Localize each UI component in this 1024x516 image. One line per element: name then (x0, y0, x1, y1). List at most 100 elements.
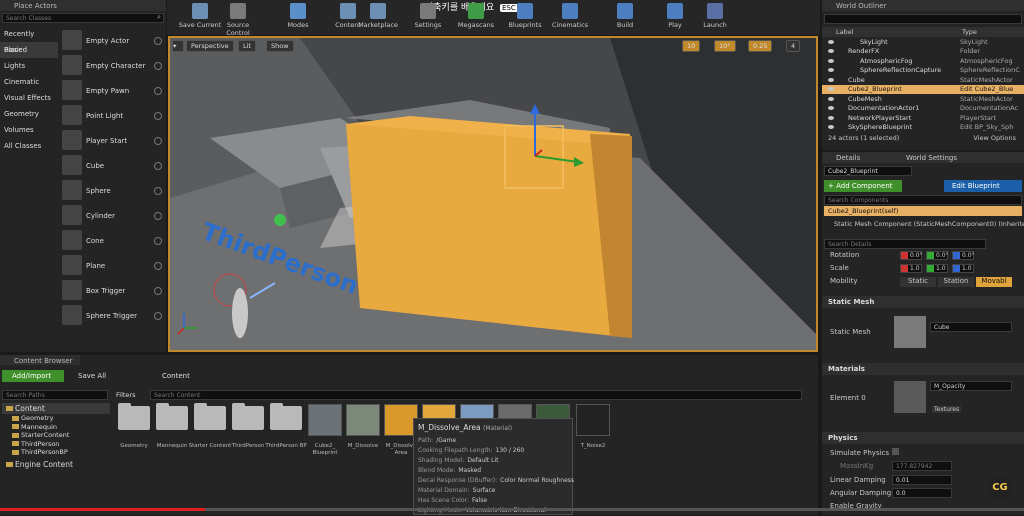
self-component-row[interactable]: Cube2_Blueprint(self) (824, 206, 1022, 216)
type-column-header[interactable]: Type (962, 28, 977, 36)
help-icon[interactable] (154, 36, 162, 45)
actor-item-empty-character[interactable]: Empty Character (0, 53, 166, 78)
toolbar-modes-button[interactable]: Modes (275, 0, 321, 34)
save-all-button[interactable]: Save All (78, 372, 106, 380)
content-path-breadcrumb[interactable]: Content (162, 372, 190, 380)
outliner-row[interactable]: AtmosphericFog AtmosphericFog (822, 56, 1024, 66)
outliner-row[interactable]: DocumentationActor1 DocumentationAc (822, 104, 1024, 114)
visibility-eye-icon[interactable] (828, 115, 834, 120)
rotation-z[interactable]: 0.0° (952, 251, 975, 260)
visibility-eye-icon[interactable] (828, 49, 834, 54)
mass-field[interactable]: 177.827942 (892, 461, 952, 471)
outliner-row[interactable]: CubeMesh StaticMeshActor (822, 94, 1024, 104)
mobility-stationary[interactable]: Station (938, 277, 974, 287)
content-folder-icon[interactable] (270, 403, 302, 430)
content-folder-icon[interactable] (156, 403, 188, 430)
textures-button[interactable]: Textures (932, 406, 962, 413)
static-mesh-component-row[interactable]: Static Mesh Component (StaticMeshCompone… (834, 220, 1024, 228)
help-icon[interactable] (154, 111, 162, 120)
visibility-eye-icon[interactable] (828, 96, 834, 101)
outliner-row[interactable]: SkySphereBlueprint Edit BP_Sky_Sph (822, 123, 1024, 133)
help-icon[interactable] (154, 86, 162, 95)
actor-item-box-trigger[interactable]: Box Trigger (0, 278, 166, 303)
help-icon[interactable] (154, 211, 162, 220)
edit-blueprint-button[interactable]: Edit Blueprint (944, 180, 1022, 192)
toolbar-build-button[interactable]: Build (602, 0, 648, 34)
search-content-input[interactable]: Search Content (150, 390, 802, 400)
outliner-row[interactable]: RenderFX Folder (822, 47, 1024, 57)
tab-details[interactable]: Details (836, 154, 860, 162)
actor-item-player-start[interactable]: Player Start (0, 128, 166, 153)
level-viewport[interactable]: ThirdPerson ▾ Perspective Lit Show 10 10… (168, 36, 818, 352)
search-components-input[interactable]: Search Components (824, 195, 1022, 205)
actor-item-cube[interactable]: Cube (0, 153, 166, 178)
scale-x[interactable]: 1.0 (900, 264, 922, 273)
mobility-movable[interactable]: Movabl (976, 277, 1012, 287)
rotation-y[interactable]: 0.0° (926, 251, 949, 260)
scale-y[interactable]: 1.0 (926, 264, 948, 273)
viewport-options-button[interactable]: ▾ (172, 40, 184, 52)
content-folder-icon[interactable] (194, 403, 226, 430)
actor-item-plane[interactable]: Plane (0, 253, 166, 278)
toolbar-settings-button[interactable]: Settings (405, 0, 451, 34)
rotation-snap-value[interactable]: 10° (714, 40, 736, 52)
view-options-button[interactable]: View Options (973, 134, 1016, 142)
scale-z[interactable]: 1.0 (952, 264, 974, 273)
lit-button[interactable]: Lit (238, 40, 256, 52)
toolbar-source-control-button[interactable]: Source Control (215, 0, 261, 37)
camera-speed-value[interactable]: 4 (786, 40, 801, 52)
simulate-physics-checkbox[interactable] (892, 448, 899, 455)
actor-item-sphere-trigger[interactable]: Sphere Trigger (0, 303, 166, 328)
actor-item-cylinder[interactable]: Cylinder (0, 203, 166, 228)
toolbar-launch-button[interactable]: Launch (692, 0, 738, 34)
scale-snap-value[interactable]: 0.25 (748, 40, 773, 52)
material-dropdown[interactable]: M_Opacity (930, 381, 1012, 391)
angular-damping-field[interactable]: 0.0 (892, 488, 952, 498)
help-icon[interactable] (154, 161, 162, 170)
visibility-eye-icon[interactable] (828, 39, 834, 44)
actor-item-sphere[interactable]: Sphere (0, 178, 166, 203)
content-asset-thumbnail[interactable] (576, 404, 610, 436)
help-icon[interactable] (154, 236, 162, 245)
actor-item-empty-pawn[interactable]: Empty Pawn (0, 78, 166, 103)
tree-folder-content[interactable]: Content (2, 403, 110, 414)
visibility-eye-icon[interactable] (828, 87, 834, 92)
help-icon[interactable] (154, 311, 162, 320)
search-paths-input[interactable]: Search Paths (2, 390, 108, 400)
video-progress-track[interactable] (0, 508, 1024, 511)
search-details-input[interactable]: Search Details (824, 239, 986, 249)
label-column-header[interactable]: Label (836, 28, 854, 36)
search-classes-input[interactable]: Search Classes ⌕ (2, 13, 164, 23)
help-icon[interactable] (154, 286, 162, 295)
help-icon[interactable] (154, 136, 162, 145)
grid-snap-value[interactable]: 10 (682, 40, 701, 52)
tree-folder-geometry[interactable]: Geometry (2, 414, 110, 423)
help-icon[interactable] (154, 261, 162, 270)
actor-item-cone[interactable]: Cone (0, 228, 166, 253)
static-mesh-section[interactable]: Static Mesh (822, 296, 1024, 308)
content-asset-thumbnail[interactable] (308, 404, 342, 436)
add-component-button[interactable]: + Add Component (824, 180, 902, 192)
content-folder-icon[interactable] (232, 403, 264, 430)
help-icon[interactable] (154, 186, 162, 195)
physics-section[interactable]: Physics (822, 432, 1024, 444)
tree-folder-thirdperson[interactable]: ThirdPerson (2, 440, 110, 449)
visibility-eye-icon[interactable] (828, 106, 834, 111)
visibility-eye-icon[interactable] (828, 68, 834, 73)
tree-folder-thirdpersonbp[interactable]: ThirdPersonBP (2, 448, 110, 457)
outliner-row[interactable]: NetworkPlayerStart PlayerStart (822, 113, 1024, 123)
outliner-row[interactable]: Cube2_Blueprint Edit Cube2_Blue (822, 84, 1024, 94)
toolbar-blueprints-button[interactable]: Blueprints (502, 0, 548, 34)
actor-item-empty-actor[interactable]: Empty Actor (0, 28, 166, 53)
tree-folder-startercontent[interactable]: StarterContent (2, 431, 110, 440)
outliner-row[interactable]: SkyLight SkyLight (822, 37, 1024, 47)
toolbar-megascans-button[interactable]: Megascans (453, 0, 499, 34)
content-folder-icon[interactable] (118, 403, 150, 430)
actor-name-field[interactable]: Cube2_Blueprint (824, 166, 912, 176)
outliner-row[interactable]: Cube StaticMeshActor (822, 75, 1024, 85)
materials-section[interactable]: Materials (822, 363, 1024, 375)
tab-world-settings[interactable]: World Settings (906, 154, 957, 162)
filters-button[interactable]: Filters (116, 391, 135, 399)
outliner-search-input[interactable] (824, 14, 1022, 24)
tree-folder-mannequin[interactable]: Mannequin (2, 423, 110, 432)
